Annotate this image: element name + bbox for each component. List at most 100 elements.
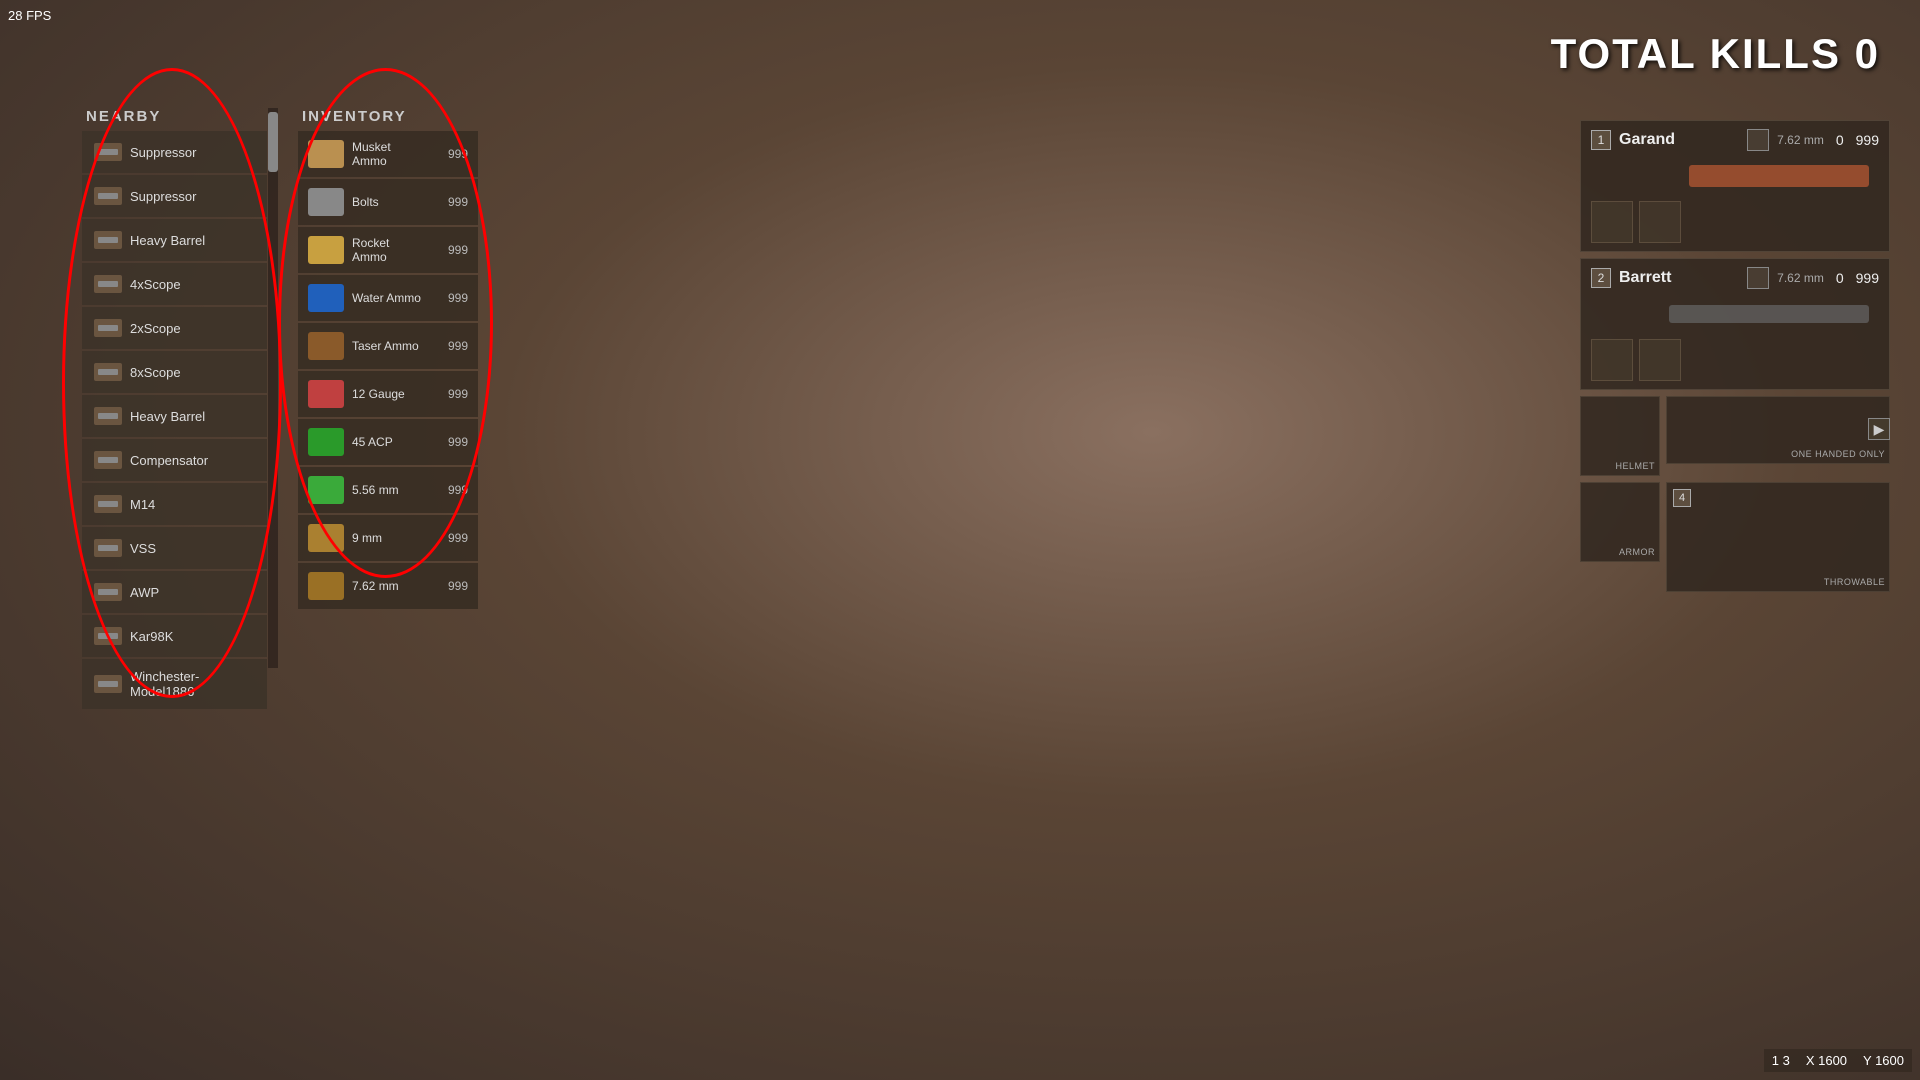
inventory-item-icon-bolts xyxy=(308,188,344,216)
nearby-item-label-4xscope: 4xScope xyxy=(130,277,181,292)
inventory-item-water-ammo[interactable]: Water Ammo999 xyxy=(298,275,478,321)
inventory-item-count-12-gauge: 999 xyxy=(438,387,468,401)
nearby-item-8xscope[interactable]: 8xScope xyxy=(82,351,267,393)
nearby-item-icon-2xscope xyxy=(94,319,122,337)
nearby-item-kar98k[interactable]: Kar98K xyxy=(82,615,267,657)
nearby-item-suppressor2[interactable]: Suppressor xyxy=(82,175,267,217)
nearby-item-heavy-barrel1[interactable]: Heavy Barrel xyxy=(82,219,267,261)
equipment-area: HELMET ONE HANDED ONLY xyxy=(1580,396,1890,476)
nearby-item-icon-winchester xyxy=(94,675,122,693)
nearby-item-label-heavy-barrel1: Heavy Barrel xyxy=(130,233,205,248)
nearby-item-label-winchester: Winchester-Model1886 xyxy=(130,669,255,699)
inventory-item-taser-ammo[interactable]: Taser Ammo999 xyxy=(298,323,478,369)
attachment-slot-2-2[interactable] xyxy=(1639,339,1681,381)
nearby-item-icon-kar98k xyxy=(94,627,122,645)
inventory-item-count-water-ammo: 999 xyxy=(438,291,468,305)
inventory-item-556mm[interactable]: 5.56 mm999 xyxy=(298,467,478,513)
inventory-list: Musket Ammo999Bolts999Rocket Ammo999Wate… xyxy=(298,131,478,609)
helmet-slot[interactable]: HELMET xyxy=(1580,396,1660,476)
ammo-type-2: 7.62 mm xyxy=(1777,271,1824,285)
nearby-item-4xscope[interactable]: 4xScope xyxy=(82,263,267,305)
nearby-item-2xscope[interactable]: 2xScope xyxy=(82,307,267,349)
scroll-arrow-button[interactable]: ▶ xyxy=(1868,418,1890,440)
ammo-type-1: 7.62 mm xyxy=(1777,133,1824,147)
inventory-item-musket-ammo[interactable]: Musket Ammo 999 xyxy=(298,131,478,177)
inventory-item-icon-45-acp xyxy=(308,428,344,456)
nearby-item-label-heavy-barrel2: Heavy Barrel xyxy=(130,409,205,424)
nearby-item-label-8xscope: 8xScope xyxy=(130,365,181,380)
inventory-item-count-taser-ammo: 999 xyxy=(438,339,468,353)
inventory-item-name-12-gauge: 12 Gauge xyxy=(352,387,430,401)
nearby-item-awp[interactable]: AWP xyxy=(82,571,267,613)
inventory-item-9mm[interactable]: 9 mm999 xyxy=(298,515,478,561)
throwable-slot-number: 4 xyxy=(1673,489,1691,507)
weapon-slot-2[interactable]: 2 Barrett 7.62 mm 0 999 xyxy=(1580,258,1890,390)
ammo-box-1 xyxy=(1747,129,1769,151)
inventory-item-count-musket-ammo: 999 xyxy=(438,147,468,161)
one-handed-label: ONE HANDED ONLY xyxy=(1791,449,1885,459)
nearby-item-icon-heavy-barrel1 xyxy=(94,231,122,249)
attachment-slot-1-1[interactable] xyxy=(1591,201,1633,243)
attachment-slot-2-1[interactable] xyxy=(1591,339,1633,381)
fps-counter: 28 FPS xyxy=(8,8,51,23)
inventory-item-icon-9mm xyxy=(308,524,344,552)
nearby-item-winchester[interactable]: Winchester-Model1886 xyxy=(82,659,267,709)
nearby-item-label-compensator: Compensator xyxy=(130,453,208,468)
inventory-item-762mm[interactable]: 7.62 mm999 xyxy=(298,563,478,609)
nearby-item-icon-m14 xyxy=(94,495,122,513)
nearby-item-suppressor1[interactable]: Suppressor xyxy=(82,131,267,173)
nearby-item-icon-suppressor1 xyxy=(94,143,122,161)
scroll-thumb[interactable] xyxy=(268,112,278,172)
right-panel: 1 Garand 7.62 mm 0 999 2 Barrett 7.62 mm… xyxy=(1580,120,1890,592)
scroll-divider xyxy=(268,108,278,668)
nearby-item-label-awp: AWP xyxy=(130,585,159,600)
armor-label: ARMOR xyxy=(1619,547,1655,557)
inventory-item-count-rocket-ammo: 999 xyxy=(438,243,468,257)
armor-area: ARMOR 4 THROWABLE xyxy=(1580,482,1890,592)
throwable-slot[interactable]: 4 THROWABLE xyxy=(1666,482,1890,592)
weapon-slot-1[interactable]: 1 Garand 7.62 mm 0 999 xyxy=(1580,120,1890,252)
weapon-attachments-2 xyxy=(1591,339,1879,381)
nearby-item-label-m14: M14 xyxy=(130,497,155,512)
inventory-item-icon-762mm xyxy=(308,572,344,600)
inventory-item-icon-water-ammo xyxy=(308,284,344,312)
equipment-right: ONE HANDED ONLY xyxy=(1666,396,1890,476)
inventory-panel: INVENTORY Musket Ammo999Bolts999Rocket A… xyxy=(298,108,478,609)
weapon-img-barrett xyxy=(1669,305,1869,323)
nearby-item-icon-suppressor2 xyxy=(94,187,122,205)
y-coord: Y 1600 xyxy=(1863,1053,1904,1068)
nearby-item-icon-4xscope xyxy=(94,275,122,293)
nearby-item-m14[interactable]: M14 xyxy=(82,483,267,525)
nearby-item-label-suppressor2: Suppressor xyxy=(130,189,196,204)
one-handed-slot[interactable]: ONE HANDED ONLY xyxy=(1666,396,1890,464)
armor-slot[interactable]: ARMOR xyxy=(1580,482,1660,562)
nearby-item-icon-awp xyxy=(94,583,122,601)
inventory-item-rocket-ammo[interactable]: Rocket Ammo 999 xyxy=(298,227,478,273)
nearby-item-label-vss: VSS xyxy=(130,541,156,556)
nearby-item-heavy-barrel2[interactable]: Heavy Barrel xyxy=(82,395,267,437)
inventory-item-bolts[interactable]: Bolts999 xyxy=(298,179,478,225)
nearby-list: Suppressor Suppressor Heavy Barrel 4xScope 2… xyxy=(82,131,267,709)
ammo-current-1: 0 xyxy=(1836,132,1844,148)
weapon-image-2 xyxy=(1591,295,1879,333)
nearby-item-label-2xscope: 2xScope xyxy=(130,321,181,336)
nearby-item-vss[interactable]: VSS xyxy=(82,527,267,569)
inventory-item-12-gauge[interactable]: 12 Gauge 999 xyxy=(298,371,478,417)
inventory-item-icon-556mm xyxy=(308,476,344,504)
weapon-image-1 xyxy=(1591,157,1879,195)
inventory-item-name-bolts: Bolts xyxy=(352,195,430,209)
inventory-item-45-acp[interactable]: 45 ACP999 xyxy=(298,419,478,465)
weapon-name-2: Barrett xyxy=(1619,269,1739,287)
inventory-item-icon-12-gauge xyxy=(308,380,344,408)
inventory-item-name-rocket-ammo: Rocket Ammo xyxy=(352,236,430,265)
nearby-item-compensator[interactable]: Compensator xyxy=(82,439,267,481)
total-kills-display: TOTAL KILLS 0 xyxy=(1551,30,1880,78)
ammo-reserve-2: 999 xyxy=(1856,270,1879,286)
inventory-item-name-762mm: 7.62 mm xyxy=(352,579,430,593)
nearby-title: NEARBY xyxy=(82,108,267,125)
inventory-title: INVENTORY xyxy=(298,108,478,125)
attachment-slot-1-2[interactable] xyxy=(1639,201,1681,243)
x-coord: X 1600 xyxy=(1806,1053,1847,1068)
inventory-item-count-9mm: 999 xyxy=(438,531,468,545)
inventory-item-name-musket-ammo: Musket Ammo xyxy=(352,140,430,169)
